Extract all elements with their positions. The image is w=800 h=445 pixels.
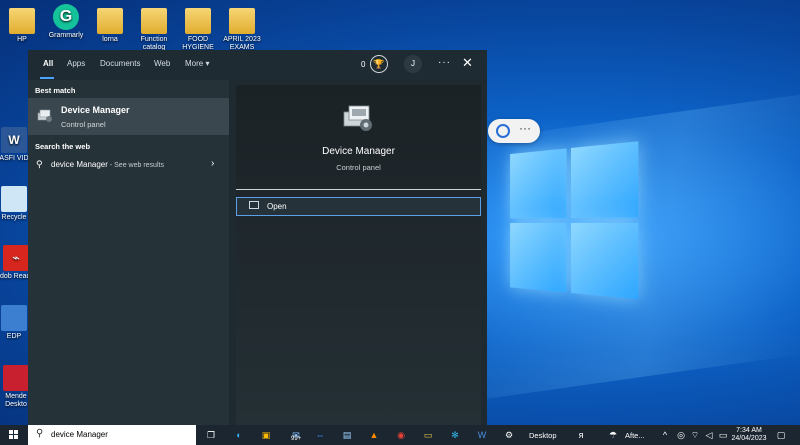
desktop-icon-hp[interactable]: HP [0, 8, 44, 44]
start-button[interactable] [9, 430, 19, 440]
avatar[interactable]: J [404, 55, 422, 73]
task-view-icon[interactable]: ❐ [204, 428, 218, 442]
best-match-title: Device Manager [61, 105, 130, 115]
file-explorer-icon[interactable]: ▭ [421, 428, 435, 442]
desktop-icon-lorna[interactable]: lorna [88, 8, 132, 44]
folder-icon [229, 8, 255, 34]
wifi-icon[interactable]: ⌔ [688, 428, 702, 442]
cortana-bubble[interactable]: ··· [488, 119, 540, 143]
tab-web[interactable]: Web [154, 59, 170, 68]
mail-badge: 99+ [291, 436, 301, 442]
desktop-icon-april-exams[interactable]: APRIL 2023 EXAMS [220, 8, 264, 52]
search-web-heading: Search the web [35, 142, 90, 151]
bubble-dots-icon: ··· [519, 121, 531, 135]
teamviewer-icon[interactable]: ⇔ [313, 428, 327, 442]
search-icon: ⚲ [36, 159, 43, 170]
tab-apps[interactable]: Apps [67, 59, 85, 68]
desktop-icon-function-catalog[interactable]: Function catalog [132, 8, 176, 52]
word-doc-icon: W [1, 127, 27, 153]
tab-all[interactable]: All [43, 59, 53, 68]
open-label: Open [267, 202, 287, 211]
best-match-heading: Best match [35, 86, 75, 95]
search-icon: ⚲ [36, 428, 43, 439]
volume-icon[interactable]: ◁ [702, 428, 716, 442]
trophy-icon[interactable]: 🏆 [370, 55, 388, 73]
clock-time: 7:34 AM [729, 427, 769, 435]
weather-text[interactable]: Afte... [625, 431, 645, 440]
chevron-up-icon[interactable]: ^ [658, 428, 672, 442]
grammarly-icon: G [53, 4, 79, 30]
web-result-row[interactable]: ⚲ device Manager - See web results › [28, 156, 229, 174]
results-list: Best match Device Manager Control panel … [28, 80, 229, 425]
preview-subtitle: Control panel [236, 163, 481, 172]
user-folder-icon [9, 8, 35, 34]
tab-documents[interactable]: Documents [100, 59, 140, 68]
taskbar-search-box[interactable]: ⚲ device Manager [28, 425, 196, 445]
device-manager-large-icon [342, 103, 374, 133]
web-result-text: device Manager - See web results [51, 160, 164, 169]
device-manager-taskbar-icon[interactable]: ⚙ [502, 428, 516, 442]
tab-more[interactable]: More ▾ [185, 59, 209, 68]
desktop-icon-grammarly[interactable]: G Grammarly [44, 4, 88, 40]
open-button[interactable]: Open [236, 197, 481, 216]
best-match-result[interactable]: Device Manager Control panel [28, 98, 229, 135]
close-icon[interactable]: ✕ [462, 55, 473, 71]
vlc-icon[interactable]: ▲ [367, 428, 381, 442]
system-clock[interactable]: 7:34 AM 24/04/2023 [729, 427, 769, 443]
desktop-icon-food-hygiene[interactable]: FOOD HYGIENE [176, 8, 220, 52]
edge-icon[interactable]: ◐ [232, 428, 246, 442]
app-grid-icon[interactable]: ✻ [448, 428, 462, 442]
desktop-toolbar-label[interactable]: Desktop [529, 431, 557, 440]
taskbar: ⚲ device Manager ❐ ◐ ▣ ✉ 99+ ⇔ ▤ ▲ ◉ ▭ ✻… [0, 425, 800, 445]
preview-divider [236, 189, 481, 190]
file-icon[interactable]: ▤ [340, 428, 354, 442]
edp-icon [1, 305, 27, 331]
word-icon[interactable]: W [475, 428, 489, 442]
chevron-right-icon[interactable]: › [211, 158, 214, 169]
cortana-icon [496, 124, 510, 138]
rewards-points: 0 [361, 60, 365, 69]
search-panel: All Apps Documents Web More ▾ 0 🏆 J ··· … [28, 50, 487, 425]
active-tab-indicator [40, 77, 54, 79]
weather-icon[interactable]: ☂ [606, 428, 620, 442]
chrome-icon[interactable]: ◉ [394, 428, 408, 442]
mendeley-icon [3, 365, 29, 391]
windows-logo-wallpaper [510, 141, 643, 305]
adobe-reader-icon: ⌁ [3, 245, 29, 271]
search-tabs-bar: All Apps Documents Web More ▾ 0 🏆 J ··· … [28, 50, 487, 80]
clock-date: 24/04/2023 [729, 435, 769, 443]
device-manager-icon [37, 109, 53, 123]
touchpad-icon[interactable]: ◎ [674, 428, 688, 442]
document-icon [185, 8, 211, 34]
more-options-icon[interactable]: ··· [438, 57, 451, 68]
best-match-subtitle: Control panel [61, 120, 106, 129]
open-icon [249, 201, 259, 209]
preview-pane: Device Manager Control panel Open [236, 85, 481, 425]
recycle-bin-icon [1, 186, 27, 212]
notification-icon[interactable]: ▢ [774, 428, 788, 442]
store-icon[interactable]: ▣ [259, 428, 273, 442]
battery-icon[interactable]: ▭ [716, 428, 730, 442]
document-icon [97, 8, 123, 34]
people-icon[interactable]: ᴙ [574, 428, 588, 442]
taskbar-search-input[interactable]: device Manager [51, 430, 108, 439]
preview-title: Device Manager [236, 146, 481, 157]
document-icon [141, 8, 167, 34]
